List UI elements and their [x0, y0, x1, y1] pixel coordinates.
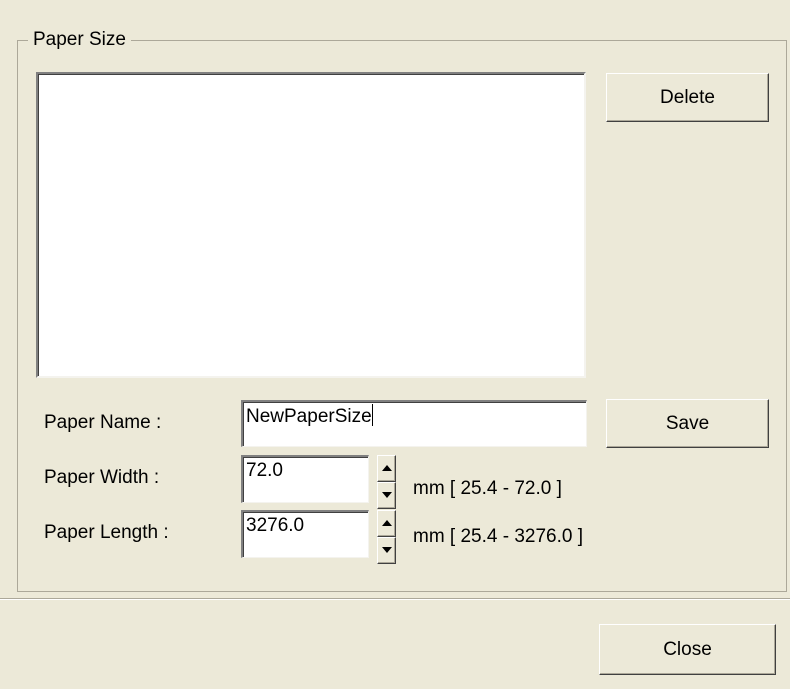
paper-size-group-title: Paper Size: [28, 27, 131, 53]
delete-button[interactable]: Delete: [606, 73, 769, 122]
paper-width-spin-down-button[interactable]: [377, 482, 396, 509]
spin-down-arrow-icon: [382, 492, 392, 498]
text-caret: [371, 404, 373, 426]
paper-name-value: NewPaperSize: [246, 406, 372, 427]
dialog-divider: [0, 598, 790, 600]
close-button[interactable]: Close: [599, 624, 776, 675]
save-button[interactable]: Save: [606, 399, 769, 448]
paper-length-label: Paper Length :: [44, 522, 169, 543]
paper-length-input[interactable]: 3276.0: [241, 510, 369, 558]
spin-up-arrow-icon: [382, 520, 392, 526]
spin-down-arrow-icon: [382, 547, 392, 553]
paper-width-label: Paper Width :: [44, 467, 160, 488]
paper-width-spin-up-button[interactable]: [377, 455, 396, 482]
paper-length-spin-up-button[interactable]: [377, 510, 396, 537]
paper-length-spin-down-button[interactable]: [377, 537, 396, 564]
paper-name-input[interactable]: NewPaperSize: [241, 400, 587, 447]
paper-width-input[interactable]: 72.0: [241, 455, 369, 503]
paper-size-listbox[interactable]: [36, 72, 586, 378]
paper-width-range-label: mm [ 25.4 - 72.0 ]: [413, 478, 562, 499]
paper-length-range-label: mm [ 25.4 - 3276.0 ]: [413, 526, 584, 547]
paper-name-label: Paper Name :: [44, 412, 162, 433]
spin-up-arrow-icon: [382, 465, 392, 471]
paper-length-spinner[interactable]: [377, 510, 396, 564]
paper-width-spinner[interactable]: [377, 455, 396, 509]
